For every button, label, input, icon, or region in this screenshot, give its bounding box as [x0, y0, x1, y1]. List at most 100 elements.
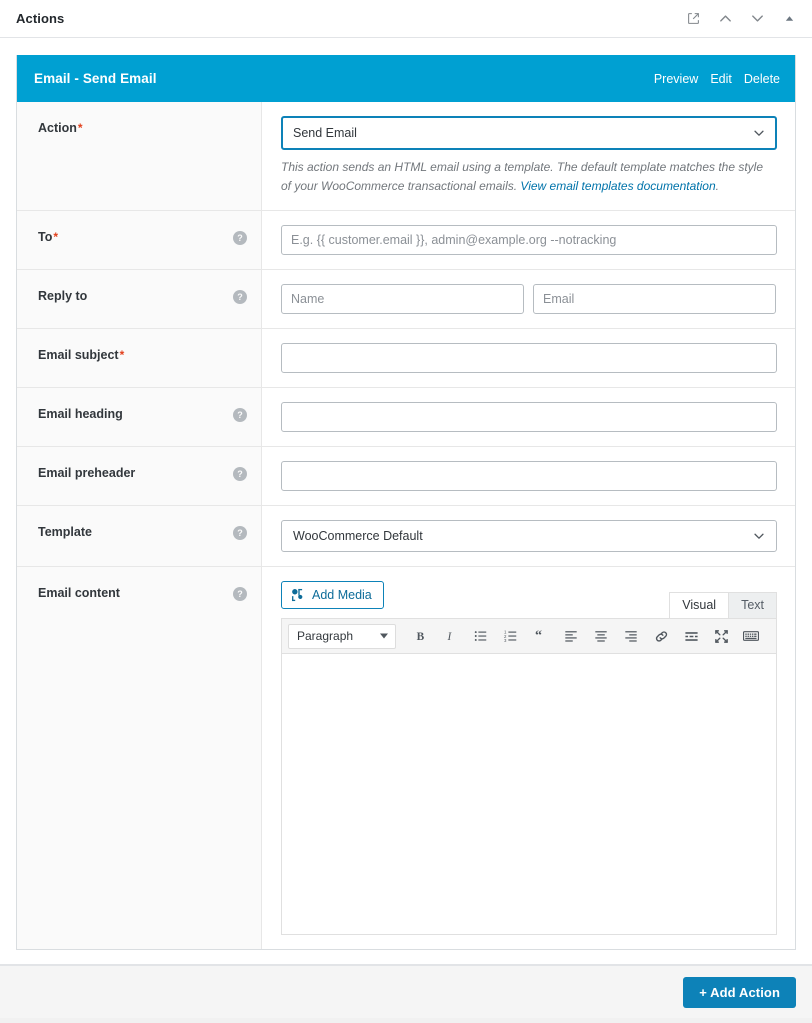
- field-label-cell: Email subject*: [17, 329, 262, 387]
- reply-to-inputs: [281, 284, 777, 314]
- page-title: Actions: [16, 11, 684, 26]
- field-label-email-preheader: Email preheader: [38, 466, 225, 481]
- field-label-email-content: Email content: [38, 586, 225, 601]
- caret-down-icon: [380, 634, 388, 639]
- help-icon[interactable]: ?: [233, 467, 247, 481]
- field-label-cell: Reply to ?: [17, 270, 262, 328]
- editor-top-bar: Add Media Visual Text: [281, 581, 777, 618]
- email-subject-input[interactable]: [281, 343, 777, 373]
- email-templates-doc-link[interactable]: View email templates documentation: [520, 179, 715, 193]
- action-select-wrap: Send Email: [281, 116, 777, 150]
- add-action-button[interactable]: + Add Action: [683, 977, 796, 1008]
- field-row-template: Template ? WooCommerce Default: [17, 506, 795, 567]
- tab-visual[interactable]: Visual: [669, 592, 729, 618]
- field-input-cell: [262, 388, 795, 446]
- field-label-cell: Action*: [17, 102, 262, 210]
- editor-content-area[interactable]: [282, 654, 776, 934]
- preview-link[interactable]: Preview: [654, 72, 698, 86]
- add-media-label: Add Media: [312, 588, 372, 602]
- field-input-cell: WooCommerce Default: [262, 506, 795, 566]
- field-input-cell: [262, 270, 795, 328]
- email-heading-input[interactable]: [281, 402, 777, 432]
- svg-text:I: I: [447, 631, 453, 643]
- field-input-cell: [262, 329, 795, 387]
- field-row-action: Action* Send Email This action sends an …: [17, 102, 795, 211]
- field-label-email-subject: Email subject*: [38, 348, 247, 363]
- field-label-template: Template: [38, 525, 225, 540]
- field-label-cell: Template ?: [17, 506, 262, 566]
- svg-text:“: “: [534, 629, 541, 643]
- to-input[interactable]: [281, 225, 777, 255]
- field-label-reply-to: Reply to: [38, 289, 225, 304]
- email-preheader-input[interactable]: [281, 461, 777, 491]
- help-icon[interactable]: ?: [233, 231, 247, 245]
- field-input-cell: Send Email This action sends an HTML ema…: [262, 102, 795, 210]
- format-select[interactable]: Paragraph: [288, 624, 396, 649]
- field-label-action: Action*: [38, 121, 247, 136]
- action-help-text: This action sends an HTML email using a …: [281, 158, 775, 196]
- required-marker: *: [77, 121, 83, 135]
- action-card-title: Email - Send Email: [34, 71, 654, 86]
- add-media-button[interactable]: Add Media: [281, 581, 384, 609]
- insert-read-more-icon[interactable]: [676, 623, 706, 649]
- field-row-to: To* ?: [17, 211, 795, 270]
- align-right-icon[interactable]: [616, 623, 646, 649]
- editor-frame: Paragraph B I: [281, 618, 777, 935]
- bulleted-list-icon[interactable]: [466, 623, 496, 649]
- required-marker: *: [52, 230, 58, 244]
- field-label-text: Action: [38, 121, 77, 135]
- help-icon[interactable]: ?: [233, 526, 247, 540]
- numbered-list-icon[interactable]: 1 2 3: [496, 623, 526, 649]
- panel-footer: + Add Action: [0, 965, 812, 1018]
- field-input-cell: [262, 447, 795, 505]
- field-input-cell: [262, 211, 795, 269]
- email-content-editor: Add Media Visual Text Paragraph: [281, 581, 777, 935]
- collapse-triangle-icon[interactable]: [780, 10, 798, 28]
- panel-header-actions: [684, 10, 798, 28]
- field-label-text: To: [38, 230, 52, 244]
- media-icon: [291, 588, 305, 602]
- editor-toolbar: Paragraph B I: [282, 619, 776, 654]
- required-marker: *: [119, 348, 125, 362]
- link-icon[interactable]: [646, 623, 676, 649]
- align-left-icon[interactable]: [556, 623, 586, 649]
- field-label-text: Email subject: [38, 348, 119, 362]
- field-label-cell: To* ?: [17, 211, 262, 269]
- help-icon[interactable]: ?: [233, 290, 247, 304]
- action-select[interactable]: Send Email: [281, 116, 777, 150]
- help-icon[interactable]: ?: [233, 587, 247, 601]
- field-label-cell: Email content ?: [17, 567, 262, 949]
- blockquote-icon[interactable]: “: [526, 623, 556, 649]
- edit-link[interactable]: Edit: [710, 72, 732, 86]
- field-row-email-subject: Email subject*: [17, 329, 795, 388]
- action-card-links: Preview Edit Delete: [654, 72, 780, 86]
- field-input-cell: Add Media Visual Text Paragraph: [262, 567, 795, 949]
- chevron-up-icon[interactable]: [716, 10, 734, 28]
- reply-to-email-input[interactable]: [533, 284, 776, 314]
- panel-body: Email - Send Email Preview Edit Delete A…: [0, 38, 812, 965]
- panel-header: Actions: [0, 0, 812, 38]
- editor-mode-tabs: Visual Text: [670, 592, 777, 618]
- field-label-to: To*: [38, 230, 225, 245]
- distraction-free-icon[interactable]: [706, 623, 736, 649]
- field-row-email-preheader: Email preheader ?: [17, 447, 795, 506]
- reply-to-name-input[interactable]: [281, 284, 524, 314]
- help-icon[interactable]: ?: [233, 408, 247, 422]
- field-row-email-content: Email content ?: [17, 567, 795, 949]
- bold-icon[interactable]: B: [406, 623, 436, 649]
- delete-link[interactable]: Delete: [744, 72, 780, 86]
- external-link-icon[interactable]: [684, 10, 702, 28]
- field-row-email-heading: Email heading ?: [17, 388, 795, 447]
- chevron-down-icon[interactable]: [748, 10, 766, 28]
- actions-panel: Actions: [0, 0, 812, 1023]
- template-select[interactable]: WooCommerce Default: [281, 520, 777, 552]
- tab-text[interactable]: Text: [728, 592, 777, 618]
- align-center-icon[interactable]: [586, 623, 616, 649]
- svg-text:B: B: [417, 631, 425, 643]
- action-card: Email - Send Email Preview Edit Delete A…: [16, 55, 796, 950]
- format-select-value: Paragraph: [297, 629, 353, 643]
- action-help-text-part2: .: [716, 179, 719, 193]
- keyboard-shortcuts-icon[interactable]: [736, 623, 766, 649]
- template-select-wrap: WooCommerce Default: [281, 520, 777, 552]
- italic-icon[interactable]: I: [436, 623, 466, 649]
